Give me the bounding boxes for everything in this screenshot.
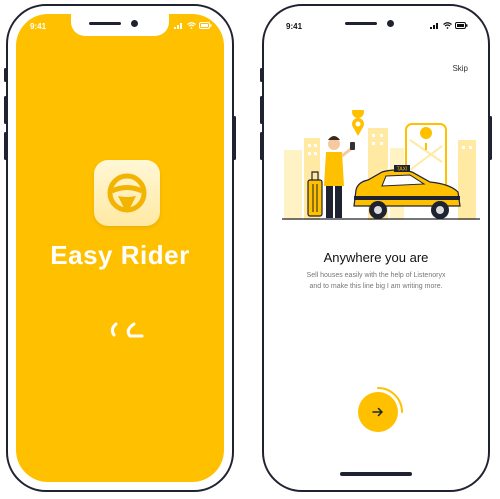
- notch: [71, 14, 169, 36]
- home-indicator: [84, 472, 156, 476]
- status-icons: [174, 22, 212, 29]
- notch: [327, 14, 425, 36]
- splash-screen: 9:41 Easy Rider: [16, 14, 224, 482]
- onboarding-description: Sell houses easily with the help of List…: [306, 272, 446, 290]
- signal-icon: [174, 23, 182, 29]
- status-time: 9:41: [30, 22, 47, 31]
- mute-switch: [4, 68, 7, 82]
- arrow-right-icon: [372, 407, 383, 417]
- taxi-sign: TAXI: [397, 167, 408, 173]
- signal-icon: [430, 23, 438, 29]
- steering-wheel-icon: [107, 173, 147, 213]
- battery-icon: [199, 22, 212, 29]
- volume-down-button: [260, 132, 263, 160]
- status-time: 9:41: [286, 22, 303, 31]
- status-icons: [430, 22, 468, 29]
- volume-up-button: [4, 96, 7, 124]
- onboarding-screen: 9:41 Skip TAXI Anywhere you are Sell hou…: [272, 14, 480, 482]
- phone-onboarding: 9:41 Skip TAXI Anywhere you are Sell hou…: [260, 4, 492, 492]
- power-button: [233, 116, 236, 160]
- mute-switch: [260, 68, 263, 82]
- volume-up-button: [260, 96, 263, 124]
- taxi-illustration: TAXI: [282, 110, 480, 220]
- app-name: Easy Rider: [50, 240, 190, 270]
- volume-down-button: [4, 132, 7, 160]
- onboarding-heading: Anywhere you are: [323, 250, 429, 265]
- wifi-icon: [187, 22, 196, 29]
- battery-icon: [455, 22, 468, 29]
- home-indicator: [340, 472, 412, 476]
- power-button: [489, 116, 492, 160]
- phone-splash: 9:41 Easy Rider: [4, 4, 236, 492]
- next-button[interactable]: [358, 392, 398, 432]
- wifi-icon: [443, 22, 452, 29]
- skip-button[interactable]: Skip: [452, 64, 468, 73]
- loading-spinner-icon: [110, 322, 144, 338]
- app-logo: [94, 160, 160, 226]
